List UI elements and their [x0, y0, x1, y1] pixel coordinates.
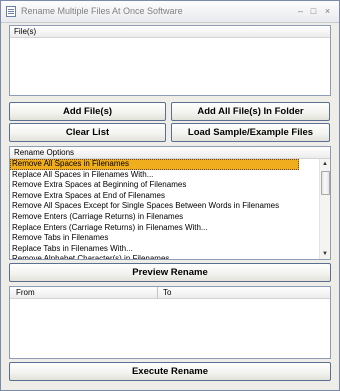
options-scrollbar[interactable]: ▲ ▼ — [319, 159, 330, 259]
app-window: Rename Multiple Files At Once Software –… — [0, 0, 340, 391]
minimize-button[interactable]: – — [294, 5, 307, 17]
results-list[interactable]: From To — [9, 286, 331, 359]
maximize-button[interactable]: □ — [307, 5, 320, 17]
files-header: File(s) — [10, 26, 330, 38]
add-folder-button[interactable]: Add All File(s) In Folder — [171, 102, 330, 121]
list-item[interactable]: Replace Enters (Carriage Returns) in Fil… — [10, 223, 319, 234]
list-item[interactable]: Remove All Spaces in Filenames — [10, 159, 299, 170]
list-item[interactable]: Replace All Spaces in Filenames With... — [10, 170, 319, 181]
scroll-up-icon[interactable]: ▲ — [320, 159, 330, 169]
close-button[interactable]: × — [321, 5, 334, 17]
col-from[interactable]: From — [12, 287, 158, 299]
scroll-thumb[interactable] — [321, 171, 330, 195]
preview-rename-button[interactable]: Preview Rename — [9, 263, 331, 282]
list-item[interactable]: Remove Extra Spaces at End of Filenames — [10, 191, 319, 202]
rename-options-panel: Rename Options Remove All Spaces in File… — [9, 146, 331, 260]
files-list[interactable]: File(s) — [9, 25, 331, 96]
list-item[interactable]: Remove Enters (Carriage Returns) in File… — [10, 212, 319, 223]
list-item[interactable]: Remove Tabs in Filenames — [10, 233, 319, 244]
col-to[interactable]: To — [159, 287, 171, 299]
list-item[interactable]: Remove Extra Spaces at Beginning of File… — [10, 180, 319, 191]
load-sample-button[interactable]: Load Sample/Example Files — [171, 123, 330, 142]
list-item[interactable]: Remove Alphabet Character(s) in Filename… — [10, 254, 319, 259]
list-item[interactable]: Replace Tabs in Filenames With... — [10, 244, 319, 255]
title-bar[interactable]: Rename Multiple Files At Once Software –… — [1, 1, 339, 23]
rename-options-list[interactable]: Remove All Spaces in Filenames Replace Al… — [10, 159, 319, 259]
rename-options-header: Rename Options — [10, 147, 330, 159]
results-header: From To — [10, 287, 330, 299]
execute-rename-button[interactable]: Execute Rename — [9, 362, 331, 381]
scroll-down-icon[interactable]: ▼ — [320, 249, 330, 259]
clear-list-button[interactable]: Clear List — [9, 123, 166, 142]
app-icon — [6, 6, 16, 17]
add-files-button[interactable]: Add File(s) — [9, 102, 166, 121]
list-item[interactable]: Remove All Spaces Except for Single Spac… — [10, 201, 319, 212]
window-title: Rename Multiple Files At Once Software — [21, 6, 183, 16]
